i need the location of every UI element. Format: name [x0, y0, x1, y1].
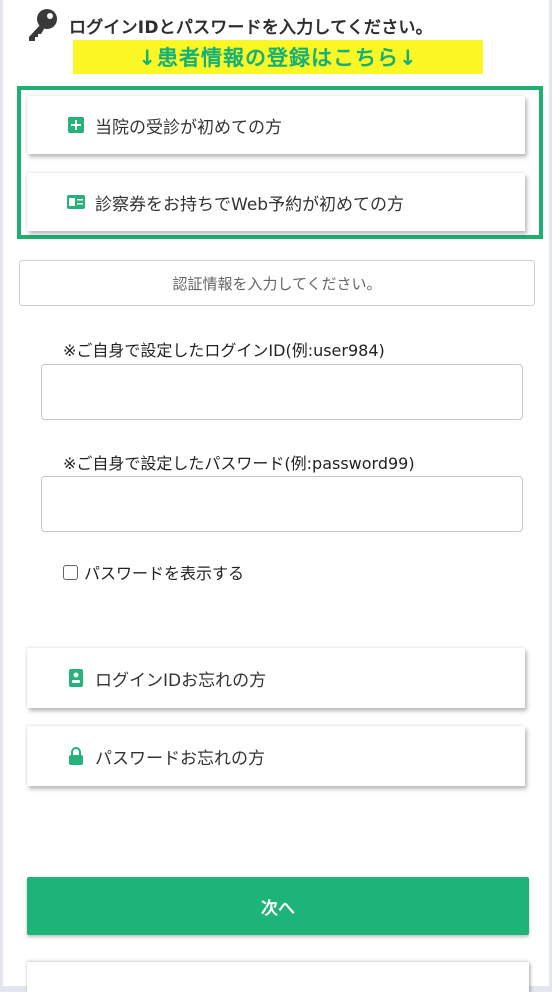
forgot-login-id-label: ログインIDお忘れの方 — [95, 670, 267, 691]
login-id-label: ※ご自身で設定したログインID(例:user984) — [63, 341, 385, 360]
key-icon — [25, 8, 69, 42]
secondary-button[interactable] — [27, 962, 529, 992]
login-page: ログインIDとパスワードを入力してください。 ↓患者情報の登録はこちら↓ 当院の… — [3, 0, 549, 992]
header-row: ログインIDとパスワードを入力してください。 — [25, 8, 545, 42]
password-label: ※ご自身で設定したパスワード(例:password99) — [63, 454, 415, 473]
forgot-password-button[interactable]: パスワードお忘れの方 — [27, 726, 525, 786]
forgot-login-id-button[interactable]: ログインIDお忘れの方 — [27, 648, 525, 708]
badge-icon — [67, 669, 85, 687]
forgot-password-label: パスワードお忘れの方 — [95, 748, 265, 769]
password-input[interactable] — [41, 476, 523, 532]
show-password-checkbox[interactable] — [63, 564, 78, 580]
show-password-row[interactable]: パスワードを表示する — [63, 560, 244, 584]
auth-prompt: 認証情報を入力してください。 — [19, 260, 535, 306]
card-first-web-label: 診察券をお持ちでWeb予約が初めての方 — [95, 194, 405, 215]
first-visit-button[interactable]: 当院の受診が初めての方 — [27, 96, 525, 154]
plus-square-icon — [67, 116, 85, 134]
card-first-web-button[interactable]: 診察券をお持ちでWeb予約が初めての方 — [27, 173, 525, 231]
login-id-input[interactable] — [41, 364, 523, 420]
header-instruction: ログインIDとパスワードを入力してください。 — [69, 17, 433, 38]
lock-icon — [67, 747, 85, 765]
next-button[interactable]: 次へ — [27, 877, 529, 935]
register-banner: ↓患者情報の登録はこちら↓ — [73, 40, 483, 74]
id-card-icon — [67, 193, 85, 211]
show-password-label: パスワードを表示する — [84, 564, 245, 583]
first-visit-label: 当院の受診が初めての方 — [95, 117, 282, 138]
